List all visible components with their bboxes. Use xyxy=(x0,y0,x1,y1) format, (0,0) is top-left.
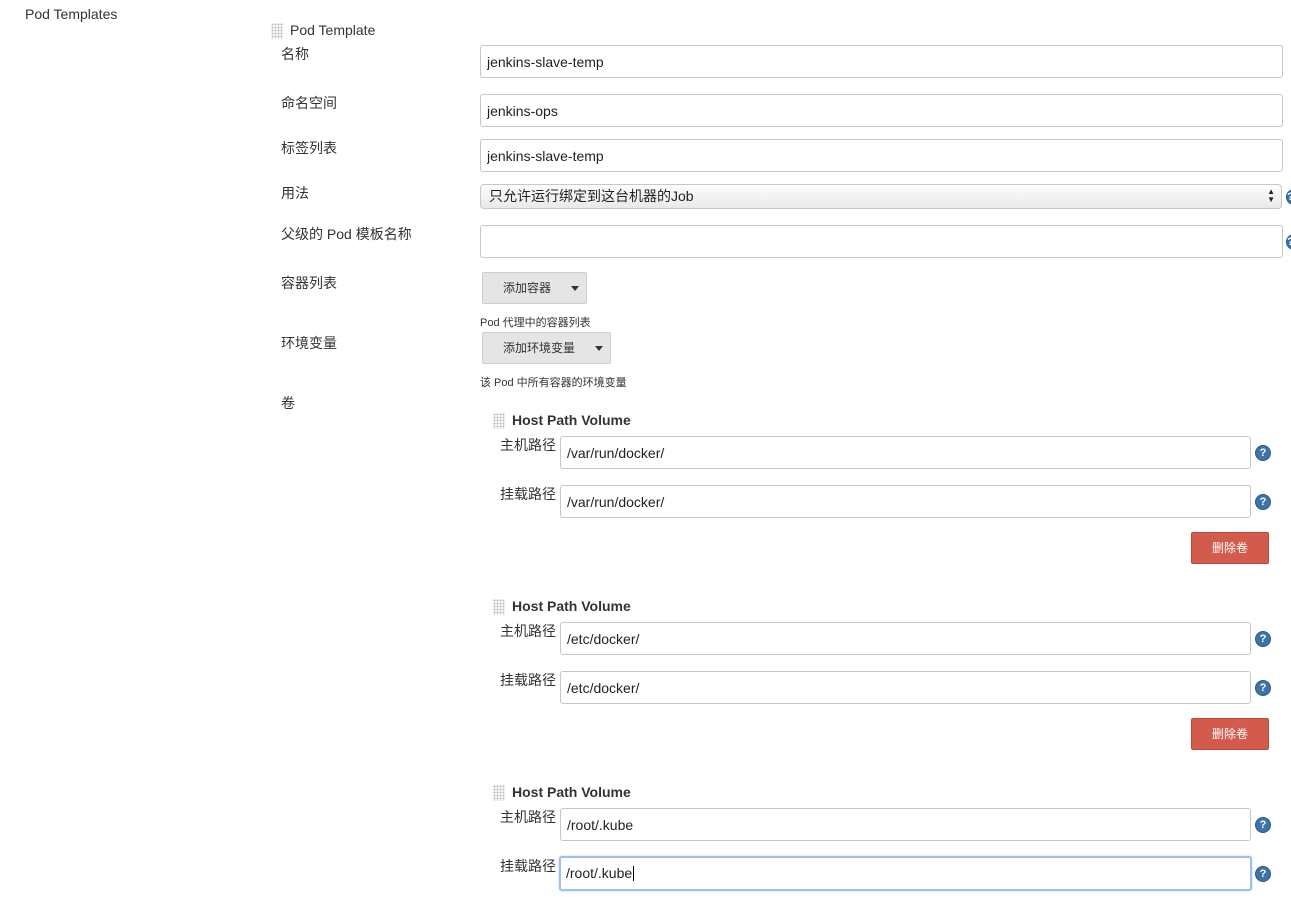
delete-volume-button[interactable]: 删除卷 xyxy=(1191,532,1269,564)
pod-template-title: Pod Template xyxy=(290,22,376,38)
help-icon[interactable]: ? xyxy=(1255,494,1271,510)
help-icon[interactable]: ? xyxy=(1255,445,1271,461)
help-icon[interactable]: ? xyxy=(1255,866,1271,882)
mount-path-label: 挂载路径 xyxy=(500,486,556,502)
section-title: Pod Templates xyxy=(25,6,118,22)
mount-path-input[interactable] xyxy=(560,671,1251,704)
env-hint: 该 Pod 中所有容器的环境变量 xyxy=(480,377,627,389)
volumes-label: 卷 xyxy=(281,395,295,411)
drag-handle-icon[interactable] xyxy=(271,23,283,39)
select-arrows-icon: ▲ ▼ xyxy=(1267,187,1275,204)
parent-input[interactable] xyxy=(480,225,1283,258)
namespace-label: 命名空间 xyxy=(281,95,337,111)
text-cursor xyxy=(633,866,635,881)
host-path-label: 主机路径 xyxy=(500,809,556,825)
mount-path-value: /root/.kube xyxy=(566,865,633,881)
drag-handle-icon[interactable] xyxy=(493,599,505,615)
add-env-var-button[interactable]: 添加环境变量 xyxy=(482,332,611,364)
usage-label: 用法 xyxy=(281,185,309,201)
name-label: 名称 xyxy=(281,46,309,62)
host-path-input[interactable] xyxy=(560,808,1251,841)
mount-path-label: 挂载路径 xyxy=(500,672,556,688)
add-env-var-label: 添加环境变量 xyxy=(503,341,576,355)
containers-hint: Pod 代理中的容器列表 xyxy=(480,317,591,329)
volume-title: Host Path Volume xyxy=(512,598,631,614)
host-path-label: 主机路径 xyxy=(500,623,556,639)
env-label: 环境变量 xyxy=(281,335,337,351)
help-icon[interactable]: ? xyxy=(1286,189,1291,205)
containers-label: 容器列表 xyxy=(281,275,337,291)
delete-volume-button[interactable]: 删除卷 xyxy=(1191,718,1269,750)
mount-path-input[interactable]: /root/.kube xyxy=(559,856,1252,891)
help-icon[interactable]: ? xyxy=(1255,680,1271,696)
add-container-button[interactable]: 添加容器 xyxy=(482,272,587,304)
labels-label: 标签列表 xyxy=(281,140,337,156)
help-icon[interactable]: ? xyxy=(1255,817,1271,833)
namespace-input[interactable] xyxy=(480,94,1283,127)
host-path-input[interactable] xyxy=(560,622,1251,655)
drag-handle-icon[interactable] xyxy=(493,413,505,429)
volume-title: Host Path Volume xyxy=(512,412,631,428)
caret-down-icon xyxy=(595,346,603,351)
help-icon[interactable]: ? xyxy=(1255,631,1271,647)
usage-select[interactable]: 只允许运行绑定到这台机器的Job ▲ ▼ xyxy=(480,184,1282,209)
parent-label: 父级的 Pod 模板名称 xyxy=(281,226,412,242)
usage-select-value: 只允许运行绑定到这台机器的Job xyxy=(489,188,694,204)
help-icon[interactable]: ? xyxy=(1286,234,1291,250)
volume-title: Host Path Volume xyxy=(512,784,631,800)
mount-path-label: 挂载路径 xyxy=(500,858,556,874)
drag-handle-icon[interactable] xyxy=(493,785,505,801)
add-container-label: 添加容器 xyxy=(503,281,552,295)
host-path-input[interactable] xyxy=(560,436,1251,469)
caret-down-icon xyxy=(571,286,579,291)
name-input[interactable] xyxy=(480,45,1283,78)
mount-path-input[interactable] xyxy=(560,485,1251,518)
host-path-label: 主机路径 xyxy=(500,437,556,453)
labels-input[interactable] xyxy=(480,139,1283,172)
